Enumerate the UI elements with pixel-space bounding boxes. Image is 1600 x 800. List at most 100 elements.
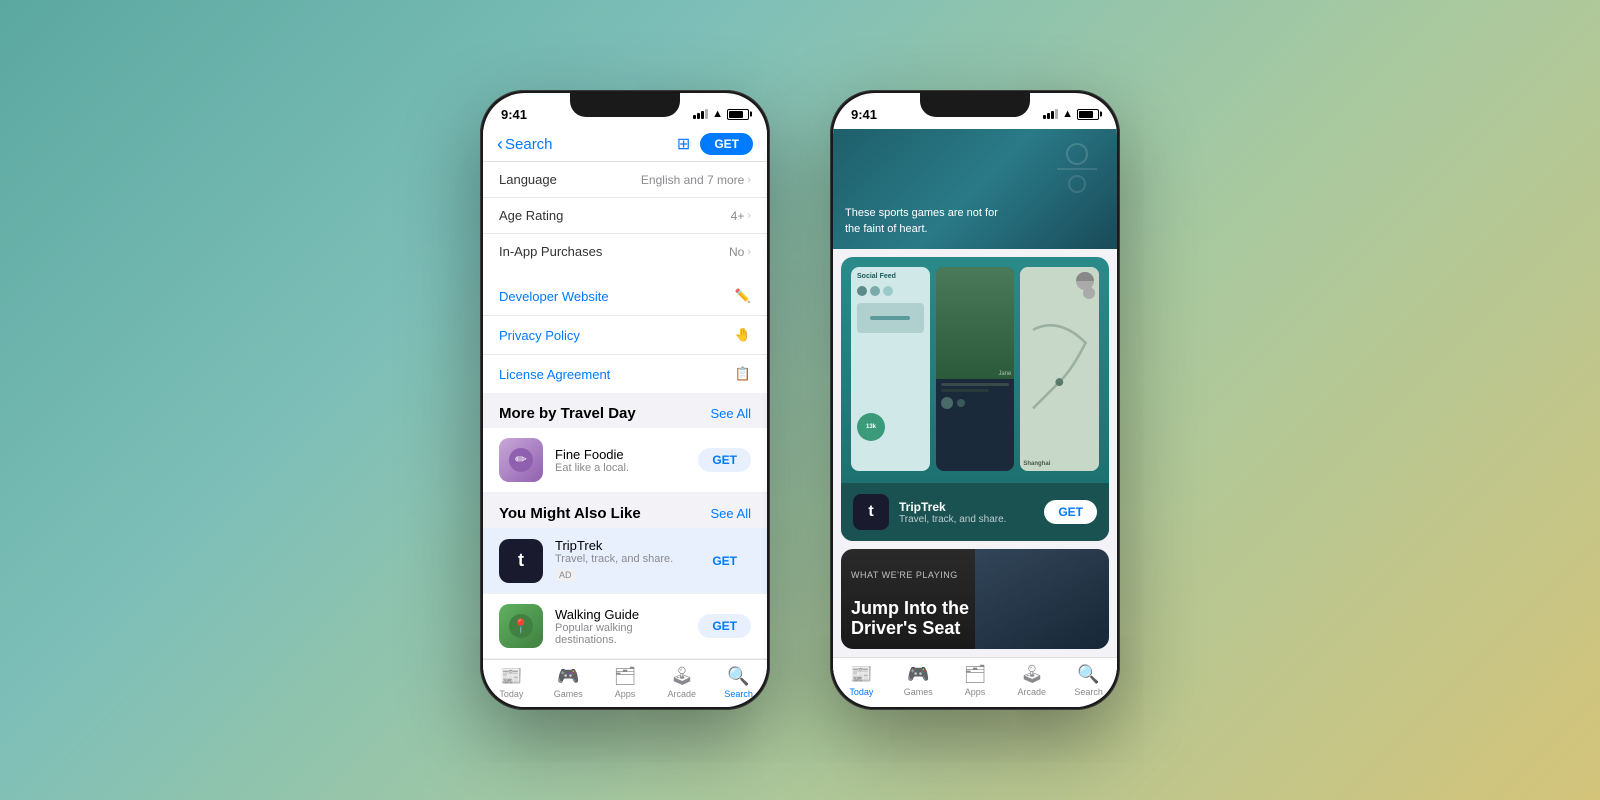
- games-icon-2: 🎮: [907, 664, 929, 685]
- tab-search-2[interactable]: 🔍 Search: [1060, 664, 1117, 697]
- back-label: Search: [505, 136, 553, 153]
- fine-foodie-get[interactable]: GET: [698, 448, 751, 472]
- language-value: English and 7 more ›: [641, 173, 751, 187]
- phone-1: 9:41 ▲ ‹ Search ⊞: [480, 90, 770, 710]
- today-scroll: These sports games are not for the faint…: [833, 129, 1117, 657]
- sports-card[interactable]: These sports games are not for the faint…: [833, 129, 1117, 249]
- edit-icon: ✏️: [735, 288, 751, 304]
- showcase-app-name: TripTrek: [899, 500, 1034, 514]
- playing-label: WHAT WE'RE PLAYING: [851, 570, 1099, 580]
- iap-chevron: ›: [747, 246, 751, 258]
- search-label-2: Search: [1074, 687, 1103, 697]
- license-agreement-label: License Agreement: [499, 367, 610, 382]
- tab-today-1[interactable]: 📰 Today: [483, 666, 540, 699]
- fine-foodie-info: Fine Foodie Eat like a local.: [555, 447, 686, 474]
- license-agreement-link[interactable]: License Agreement 📋: [483, 355, 767, 393]
- sports-card-text: These sports games are not for the faint…: [845, 206, 998, 237]
- status-icons-1: ▲: [693, 108, 749, 120]
- screenshot-social: Social Feed 13k: [851, 267, 930, 471]
- svg-text:✏: ✏: [515, 451, 527, 467]
- status-icons-2: ▲: [1043, 108, 1099, 120]
- developer-website-link[interactable]: Developer Website ✏️: [483, 277, 767, 316]
- more-by-see-all[interactable]: See All: [711, 406, 751, 421]
- walking-get[interactable]: GET: [698, 614, 751, 638]
- search-icon-2: 🔍: [1077, 664, 1099, 685]
- today-label-1: Today: [499, 689, 523, 699]
- tab-apps-1[interactable]: 🗂 Apps: [597, 666, 654, 699]
- apps-icon-2: 🗂: [964, 664, 987, 685]
- hand-icon: 🤚: [735, 327, 751, 343]
- phone2-content: These sports games are not for the faint…: [833, 129, 1117, 707]
- triptrek-name: TripTrek: [555, 538, 686, 553]
- search-icon-1: 🔍: [727, 666, 749, 687]
- language-row[interactable]: Language English and 7 more ›: [483, 162, 767, 198]
- clipboard-icon: 📋: [735, 366, 751, 382]
- tab-games-1[interactable]: 🎮 Games: [540, 666, 597, 699]
- screenshot-map: Shanghai: [1020, 267, 1099, 471]
- tab-today-2[interactable]: 📰 Today: [833, 664, 890, 697]
- tab-apps-2[interactable]: 🗂 Apps: [947, 664, 1004, 697]
- showcase-app-info: t TripTrek Travel, track, and share. GET: [841, 483, 1109, 541]
- filter-icon[interactable]: ⊞: [677, 134, 690, 154]
- nav-action-icons: ⊞ GET: [677, 133, 753, 155]
- nav-bar-1: ‹ Search ⊞ GET: [483, 129, 767, 162]
- signal-icon-1: [693, 109, 708, 119]
- arcade-icon-1: 🕹: [670, 666, 693, 687]
- tab-arcade-1[interactable]: 🕹 Arcade: [653, 666, 710, 699]
- playing-title: Jump Into the Driver's Seat: [851, 580, 1099, 639]
- today-icon-2: 📰: [850, 664, 872, 685]
- iap-value: No ›: [729, 245, 751, 259]
- age-rating-label: Age Rating: [499, 208, 563, 223]
- walking-icon: 📍: [499, 604, 543, 648]
- language-label: Language: [499, 172, 557, 187]
- showcase-get-button[interactable]: GET: [1044, 500, 1097, 524]
- also-like-header: You Might Also Like See All: [483, 493, 767, 528]
- iap-label: In-App Purchases: [499, 244, 602, 259]
- privacy-policy-link[interactable]: Privacy Policy 🤚: [483, 316, 767, 355]
- battery-icon-2: [1077, 109, 1099, 120]
- fine-foodie-desc: Eat like a local.: [555, 462, 686, 474]
- games-label-1: Games: [554, 689, 583, 699]
- also-like-see-all[interactable]: See All: [711, 506, 751, 521]
- triptrek-get[interactable]: GET: [698, 549, 751, 573]
- screenshot-photo: Jane: [936, 267, 1015, 471]
- also-like-title: You Might Also Like: [499, 505, 641, 522]
- notch-2: [920, 93, 1030, 117]
- age-rating-value: 4+ ›: [731, 209, 751, 223]
- showcase-screenshots: Social Feed 13k: [841, 257, 1109, 481]
- tab-search-1[interactable]: 🔍 Search: [710, 666, 767, 699]
- iap-row[interactable]: In-App Purchases No ›: [483, 234, 767, 269]
- today-label-2: Today: [849, 687, 873, 697]
- links-section: Developer Website ✏️ Privacy Policy 🤚 Li…: [483, 277, 767, 393]
- svg-text:📍: 📍: [512, 618, 529, 635]
- tab-arcade-2[interactable]: 🕹 Arcade: [1003, 664, 1060, 697]
- playing-card[interactable]: WHAT WE'RE PLAYING Jump Into the Driver'…: [841, 549, 1109, 649]
- walking-desc: Popular walking destinations.: [555, 622, 686, 646]
- tab-bar-2: 📰 Today 🎮 Games 🗂 Apps 🕹 Arcade 🔍: [833, 657, 1117, 707]
- get-button[interactable]: GET: [700, 133, 753, 155]
- age-chevron: ›: [747, 210, 751, 222]
- back-chevron-icon: ‹: [497, 134, 503, 155]
- showcase-app-icon: t: [853, 494, 889, 530]
- showcase-text: TripTrek Travel, track, and share.: [899, 500, 1034, 525]
- apps-label-2: Apps: [965, 687, 986, 697]
- showcase-card[interactable]: Social Feed 13k: [841, 257, 1109, 541]
- social-header: Social Feed: [851, 267, 930, 283]
- showcase-app-desc: Travel, track, and share.: [899, 514, 1034, 525]
- more-by-title: More by Travel Day: [499, 405, 636, 422]
- ad-tag: AD: [555, 569, 576, 581]
- triptrek-info: TripTrek Travel, track, and share. AD: [555, 538, 686, 583]
- status-time-2: 9:41: [851, 107, 877, 122]
- age-rating-row[interactable]: Age Rating 4+ ›: [483, 198, 767, 234]
- tab-bar-1: 📰 Today 🎮 Games 🗂 Apps 🕹 Arcade 🔍 Search: [483, 659, 767, 707]
- triptrek-row: t TripTrek Travel, track, and share. AD …: [483, 528, 767, 594]
- search-label-1: Search: [724, 689, 753, 699]
- tab-games-2[interactable]: 🎮 Games: [890, 664, 947, 697]
- battery-icon-1: [727, 109, 749, 120]
- games-label-2: Games: [904, 687, 933, 697]
- sports-decoration: [1047, 139, 1107, 199]
- sports-text: These sports games are not for the faint…: [845, 207, 998, 234]
- wifi-icon-1: ▲: [712, 108, 723, 120]
- back-button[interactable]: ‹ Search: [497, 134, 553, 155]
- more-by-header: More by Travel Day See All: [483, 393, 767, 428]
